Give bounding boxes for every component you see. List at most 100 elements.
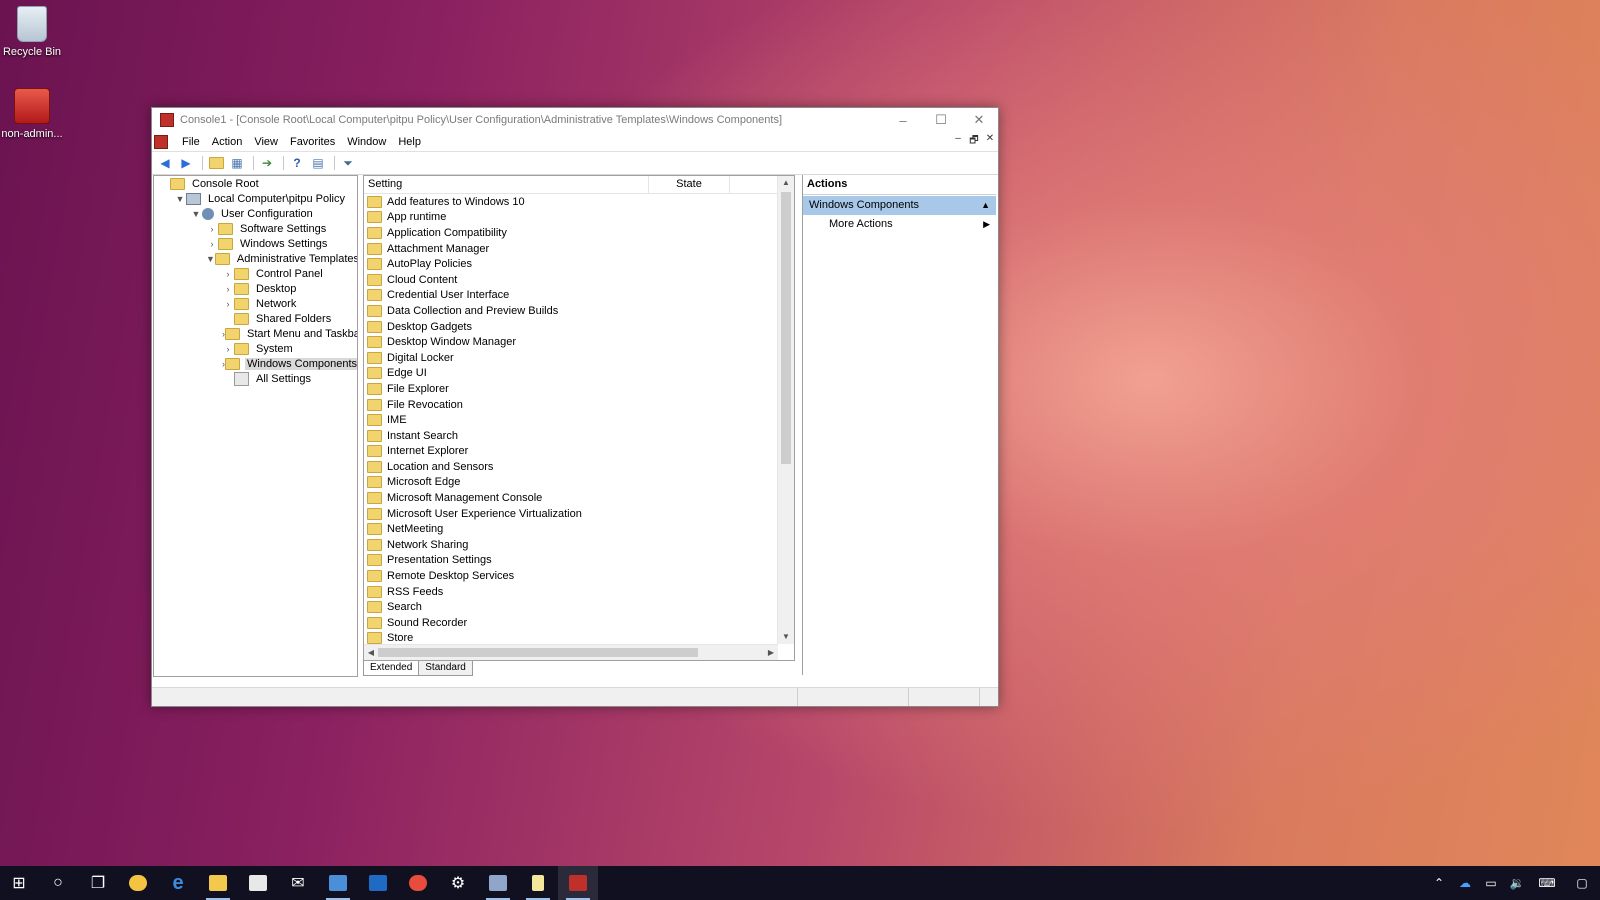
list-item[interactable]: Microsoft User Experience Virtualization [364,506,794,522]
show-hide-tree-icon[interactable]: ▦ [228,155,246,171]
list-item[interactable]: Instant Search [364,428,794,444]
menu-favorites[interactable]: Favorites [284,136,341,148]
tree-item[interactable]: › System [154,341,357,356]
server-manager-icon[interactable] [478,866,518,900]
list-item[interactable]: NetMeeting [364,521,794,537]
collapsed-chevron-icon[interactable]: › [222,299,234,309]
minimize-button[interactable]: – [884,108,922,132]
list-item[interactable]: Remote Desktop Services [364,568,794,584]
list-item[interactable]: App runtime [364,210,794,226]
tree-item[interactable]: All Settings [154,371,357,386]
close-button[interactable]: ✕ [960,108,998,132]
mdi-close-button[interactable]: ✕ [983,133,997,144]
title-bar[interactable]: Console1 - [Console Root\Local Computer\… [152,108,998,132]
tree-item[interactable]: Shared Folders [154,311,357,326]
outlook-icon[interactable] [358,866,398,900]
back-arrow-icon[interactable]: ◀ [156,155,174,171]
horizontal-scrollbar[interactable]: ◀ ▶ [364,644,778,660]
show-hide-action-pane-icon[interactable]: ▤ [309,155,327,171]
list-item[interactable]: Microsoft Edge [364,475,794,491]
expanded-chevron-icon[interactable]: ▼ [174,194,186,204]
store-icon[interactable] [238,866,278,900]
scroll-right-icon[interactable]: ▶ [764,645,778,660]
action-center-icon[interactable]: ▢ [1564,866,1600,900]
collapsed-chevron-icon[interactable]: › [206,239,218,249]
collapse-arrow-icon[interactable]: ▲ [981,196,990,215]
tree-item[interactable]: › Control Panel [154,266,357,281]
forward-arrow-icon[interactable]: ▶ [177,155,195,171]
tree-item[interactable]: ▼ User Configuration [154,206,357,221]
expanded-chevron-icon[interactable]: ▼ [190,209,202,219]
help-icon[interactable]: ? [288,155,306,171]
menu-window[interactable]: Window [341,136,392,148]
column-header-setting[interactable]: Setting [364,176,649,193]
list-item[interactable]: Desktop Window Manager [364,334,794,350]
list-item[interactable]: Cloud Content [364,272,794,288]
list-item[interactable]: Digital Locker [364,350,794,366]
keyboard-icon[interactable]: ⌨ [1530,866,1564,900]
tree-item[interactable]: › Windows Components [154,356,357,371]
export-list-icon[interactable]: ➔ [258,155,276,171]
scroll-down-icon[interactable]: ▼ [778,630,794,644]
chrome-icon[interactable] [398,866,438,900]
vertical-scrollbar[interactable]: ▲ ▼ [777,176,794,644]
horizontal-scroll-thumb[interactable] [378,648,698,657]
notepad-icon[interactable] [518,866,558,900]
list-item[interactable]: File Revocation [364,397,794,413]
scroll-left-icon[interactable]: ◀ [364,645,378,660]
list-item[interactable]: IME [364,412,794,428]
list-item[interactable]: Presentation Settings [364,553,794,569]
list-item[interactable]: RSS Feeds [364,584,794,600]
list-item[interactable]: Search [364,599,794,615]
scroll-up-icon[interactable]: ▲ [778,176,794,190]
edge-browser-icon[interactable]: e [158,866,198,900]
list-item[interactable]: Attachment Manager [364,241,794,257]
tree-item[interactable]: ▼ Administrative Templates [154,251,357,266]
tree-item[interactable]: Console Root [154,176,357,191]
tree-item[interactable]: ▼ Local Computer\pitpu Policy [154,191,357,206]
start-button[interactable]: ⊞ [0,866,38,900]
expanded-chevron-icon[interactable]: ▼ [206,254,215,264]
list-item[interactable]: Credential User Interface [364,288,794,304]
console-icon[interactable] [154,134,168,149]
column-header-state[interactable]: State [649,176,730,193]
list-item[interactable]: Microsoft Management Console [364,490,794,506]
vertical-scroll-thumb[interactable] [781,192,791,464]
list-item[interactable]: AutoPlay Policies [364,256,794,272]
menu-view[interactable]: View [248,136,284,148]
mmc-app-icon[interactable] [160,113,174,127]
menu-help[interactable]: Help [392,136,427,148]
settings-gear-icon[interactable]: ⚙ [438,866,478,900]
list-item[interactable]: Add features to Windows 10 [364,194,794,210]
volume-icon[interactable]: 🔉 [1504,866,1530,900]
list-item[interactable]: Internet Explorer [364,444,794,460]
list-item[interactable]: Location and Sensors [364,459,794,475]
onedrive-cloud-icon[interactable]: ☁ [1452,866,1478,900]
mmc-taskbar-icon[interactable] [558,866,598,900]
tree-item[interactable]: › Windows Settings [154,236,357,251]
show-hidden-icons-chevron-icon[interactable]: ⌃ [1426,866,1452,900]
list-item[interactable]: Application Compatibility [364,225,794,241]
filter-icon[interactable]: ⏷ [339,155,357,171]
list-item[interactable]: Sound Recorder [364,615,794,631]
list-item[interactable]: Edge UI [364,366,794,382]
paint-app-icon[interactable] [118,866,158,900]
more-actions-item[interactable]: More Actions ▶ [803,215,996,234]
menu-action[interactable]: Action [206,136,249,148]
tree-item[interactable]: › Start Menu and Taskbar [154,326,357,341]
tree-item[interactable]: › Desktop [154,281,357,296]
mdi-restore-button[interactable]: 🗗 [967,133,981,150]
collapsed-chevron-icon[interactable]: › [222,344,234,354]
collapsed-chevron-icon[interactable]: › [206,224,218,234]
maximize-button[interactable]: ☐ [922,108,960,132]
file-explorer-icon[interactable] [198,866,238,900]
mdi-minimize-button[interactable]: – [951,133,965,144]
tree-item[interactable]: › Software Settings [154,221,357,236]
network-icon[interactable]: ▭ [1478,866,1504,900]
collapsed-chevron-icon[interactable]: › [222,284,234,294]
mail-icon[interactable]: ✉ [278,866,318,900]
list-item[interactable]: Network Sharing [364,537,794,553]
list-item[interactable]: Data Collection and Preview Builds [364,303,794,319]
remote-desktop-icon[interactable] [318,866,358,900]
collapsed-chevron-icon[interactable]: › [222,269,234,279]
